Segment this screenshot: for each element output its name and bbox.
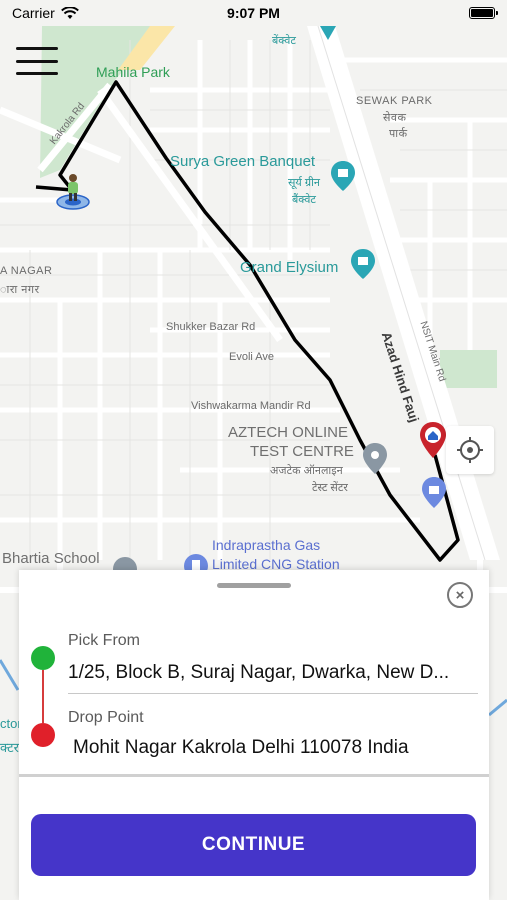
map-label: Indraprastha Gas — [212, 537, 321, 553]
close-icon: × — [455, 586, 465, 604]
continue-button[interactable]: CONTINUE — [31, 814, 476, 876]
park-area-right — [440, 350, 497, 388]
map-label: AZTECH ONLINE — [228, 424, 349, 441]
map-label: Surya Green Banquet — [170, 153, 316, 170]
banquet-pin-icon — [320, 26, 336, 40]
menu-icon[interactable] — [14, 44, 60, 78]
pickup-dot-icon — [31, 646, 55, 670]
shopping-pin-icon — [422, 477, 446, 508]
driver-location-icon[interactable] — [55, 172, 95, 212]
carrier-name: Carrier — [12, 5, 55, 21]
map-label: पार्क — [389, 128, 408, 140]
sheet-drag-handle[interactable] — [217, 583, 291, 588]
banquet-pin-icon — [331, 161, 355, 191]
divider — [19, 774, 489, 777]
map-label: सूर्य ग्रीन — [288, 177, 321, 189]
pick-from-label: Pick From — [68, 632, 140, 649]
drop-dot-icon — [31, 723, 55, 747]
metro-line-left — [0, 659, 20, 691]
map-label: Evoli Ave — [229, 351, 275, 363]
status-bar: Carrier 9:07 PM — [0, 0, 507, 26]
map-label: बैंक्वेट — [292, 194, 316, 206]
drop-point-label: Drop Point — [68, 709, 144, 726]
map-label: A NAGAR — [0, 265, 53, 277]
crosshair-icon — [457, 437, 483, 463]
map-label: TEST CENTRE — [250, 443, 354, 460]
menu-bar — [16, 59, 58, 63]
current-location-button[interactable] — [446, 426, 494, 474]
pick-from-field[interactable]: 1/25, Block B, Suraj Nagar, Dwarka, New … — [68, 662, 478, 684]
map-label: SEWAK PARK — [356, 95, 433, 107]
map-label: Shukker Bazar Rd — [166, 321, 256, 333]
map-label: Mahila Park — [96, 64, 170, 80]
banquet-pin-icon — [351, 249, 375, 279]
map-label: Bhartia School — [2, 550, 100, 567]
place-pin-icon — [363, 443, 387, 474]
close-button[interactable]: × — [447, 582, 473, 608]
map-label: Grand Elysium — [240, 259, 339, 276]
menu-bar — [16, 47, 58, 50]
menu-bar — [16, 72, 58, 75]
drop-point-field[interactable]: Mohit Nagar Kakrola Delhi 110078 India — [73, 737, 473, 759]
map-label: क्टर — [0, 740, 19, 755]
map-label: टेस्ट सेंटर — [312, 482, 348, 494]
map-label: बेंक्वेट — [272, 35, 296, 47]
divider — [68, 693, 478, 694]
battery-icon — [469, 7, 498, 19]
status-left: Carrier — [12, 5, 79, 21]
route-connector — [42, 670, 44, 723]
map-label: Vishwakarma Mandir Rd — [191, 400, 311, 412]
map-label: ारा नगर — [0, 284, 40, 296]
metro-line-right — [488, 698, 507, 717]
wifi-icon — [60, 6, 79, 19]
trip-sheet: × Pick From 1/25, Block B, Suraj Nagar, … — [19, 570, 489, 900]
map-label: अजटेक ऑनलाइन — [270, 465, 343, 477]
map-label: सेवक — [383, 112, 407, 124]
drop-pin-icon[interactable] — [418, 420, 448, 460]
